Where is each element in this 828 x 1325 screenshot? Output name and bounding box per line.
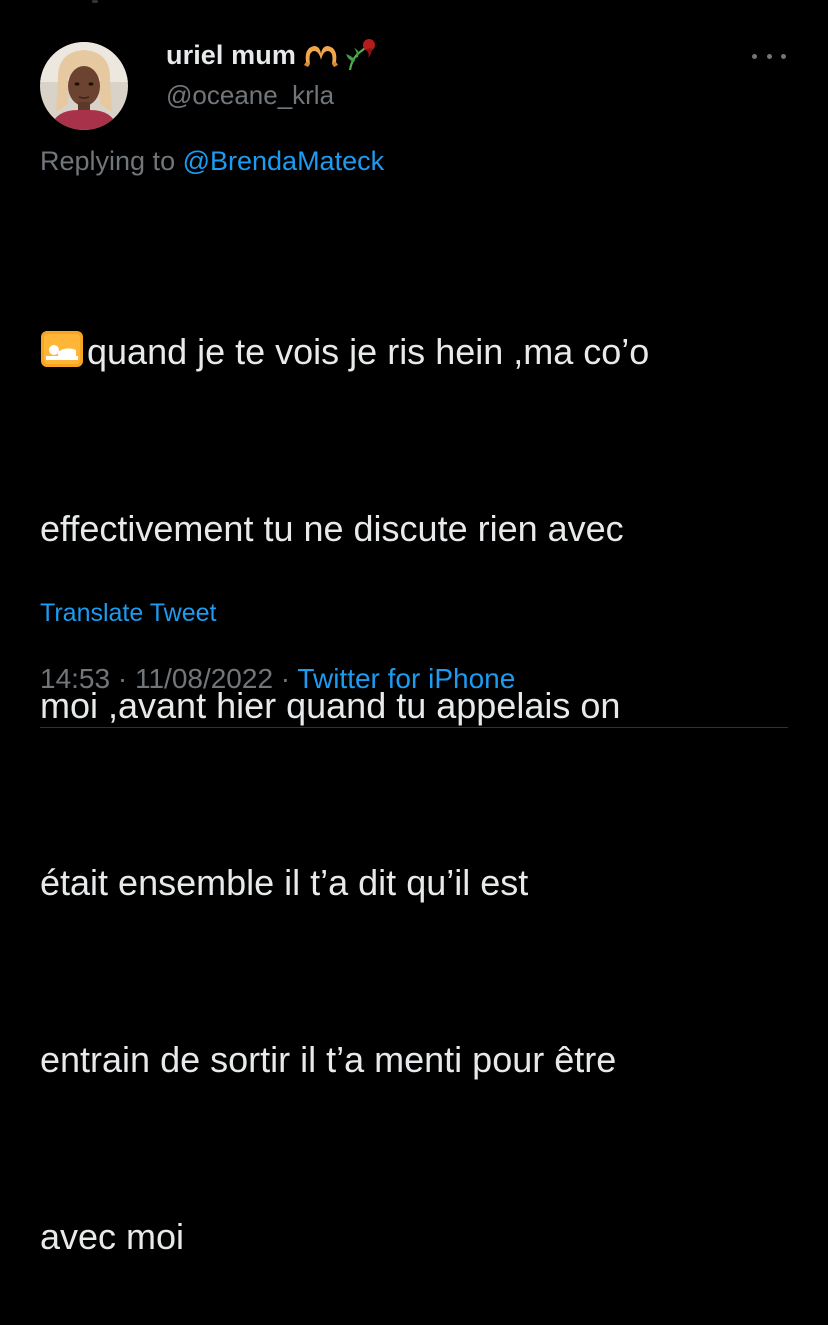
tweet-time[interactable]: 14:53: [40, 663, 110, 694]
tweet-text: quand je te vois je ris hein ,ma co’o ef…: [40, 204, 800, 1325]
top-scroll-indicator: [92, 0, 98, 3]
tweet-text-line-6: avec moi: [40, 1216, 185, 1257]
tweet-metadata: 14:53 · 11/08/2022 · Twitter for iPhone: [40, 663, 515, 695]
wilted-rose-emoji: [345, 39, 375, 71]
translate-tweet-link[interactable]: Translate Tweet: [40, 599, 216, 628]
display-name[interactable]: uriel mum: [166, 40, 296, 71]
reply-to-mention-link[interactable]: @BrendaMateck: [183, 146, 385, 176]
more-dot: [752, 53, 757, 59]
avatar-photo: [40, 42, 128, 130]
tweet-text-line: quand je te vois je ris hein ,ma co’o: [40, 322, 800, 381]
replying-to: Replying to @BrendaMateck: [40, 146, 384, 177]
user-handle[interactable]: @oceane_krla: [166, 80, 378, 111]
tweet-source-link[interactable]: Twitter for iPhone: [297, 663, 515, 694]
more-dot: [781, 53, 786, 59]
heart-hands-emoji: [303, 46, 338, 67]
more-dot: [766, 53, 772, 59]
sleeping-accommodation-emoji: [41, 331, 83, 367]
more-options-icon[interactable]: [752, 48, 786, 64]
tweet-text-line-5: entrain de sortir il t’a menti pour être: [40, 1039, 617, 1080]
tweet-date[interactable]: 11/08/2022: [135, 663, 273, 694]
tweet-text-line-1: quand je te vois je ris hein ,ma co’o: [87, 331, 650, 372]
tweet-text-line-2: effectivement tu ne discute rien avec: [40, 508, 624, 549]
divider: [40, 727, 788, 728]
tweet-text-line-4: était ensemble il t’a dit qu’il est: [40, 862, 529, 903]
display-name-row: uriel mum: [166, 38, 378, 72]
name-emojis: [302, 38, 378, 72]
replying-to-label: Replying to: [40, 146, 183, 176]
avatar[interactable]: [40, 42, 128, 130]
meta-separator: ·: [273, 663, 298, 694]
user-info: uriel mum @oceane_krla: [166, 38, 378, 111]
meta-separator: ·: [110, 663, 135, 694]
